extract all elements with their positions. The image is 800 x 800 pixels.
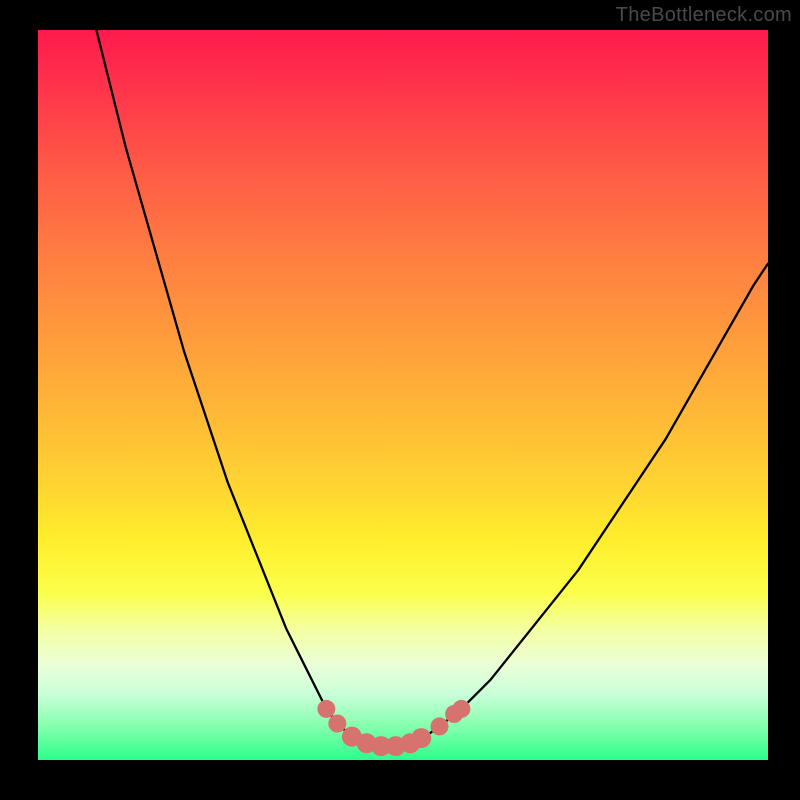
trough-marker	[317, 700, 335, 718]
trough-marker	[411, 728, 431, 748]
trough-marker	[328, 715, 346, 733]
chart-frame: TheBottleneck.com	[0, 0, 800, 800]
trough-marker	[431, 717, 449, 735]
watermark-label: TheBottleneck.com	[616, 4, 792, 27]
bottleneck-curve-path	[96, 30, 768, 746]
bottleneck-curve-chart	[38, 30, 768, 760]
trough-marker	[452, 700, 470, 718]
plot-area	[38, 30, 768, 760]
